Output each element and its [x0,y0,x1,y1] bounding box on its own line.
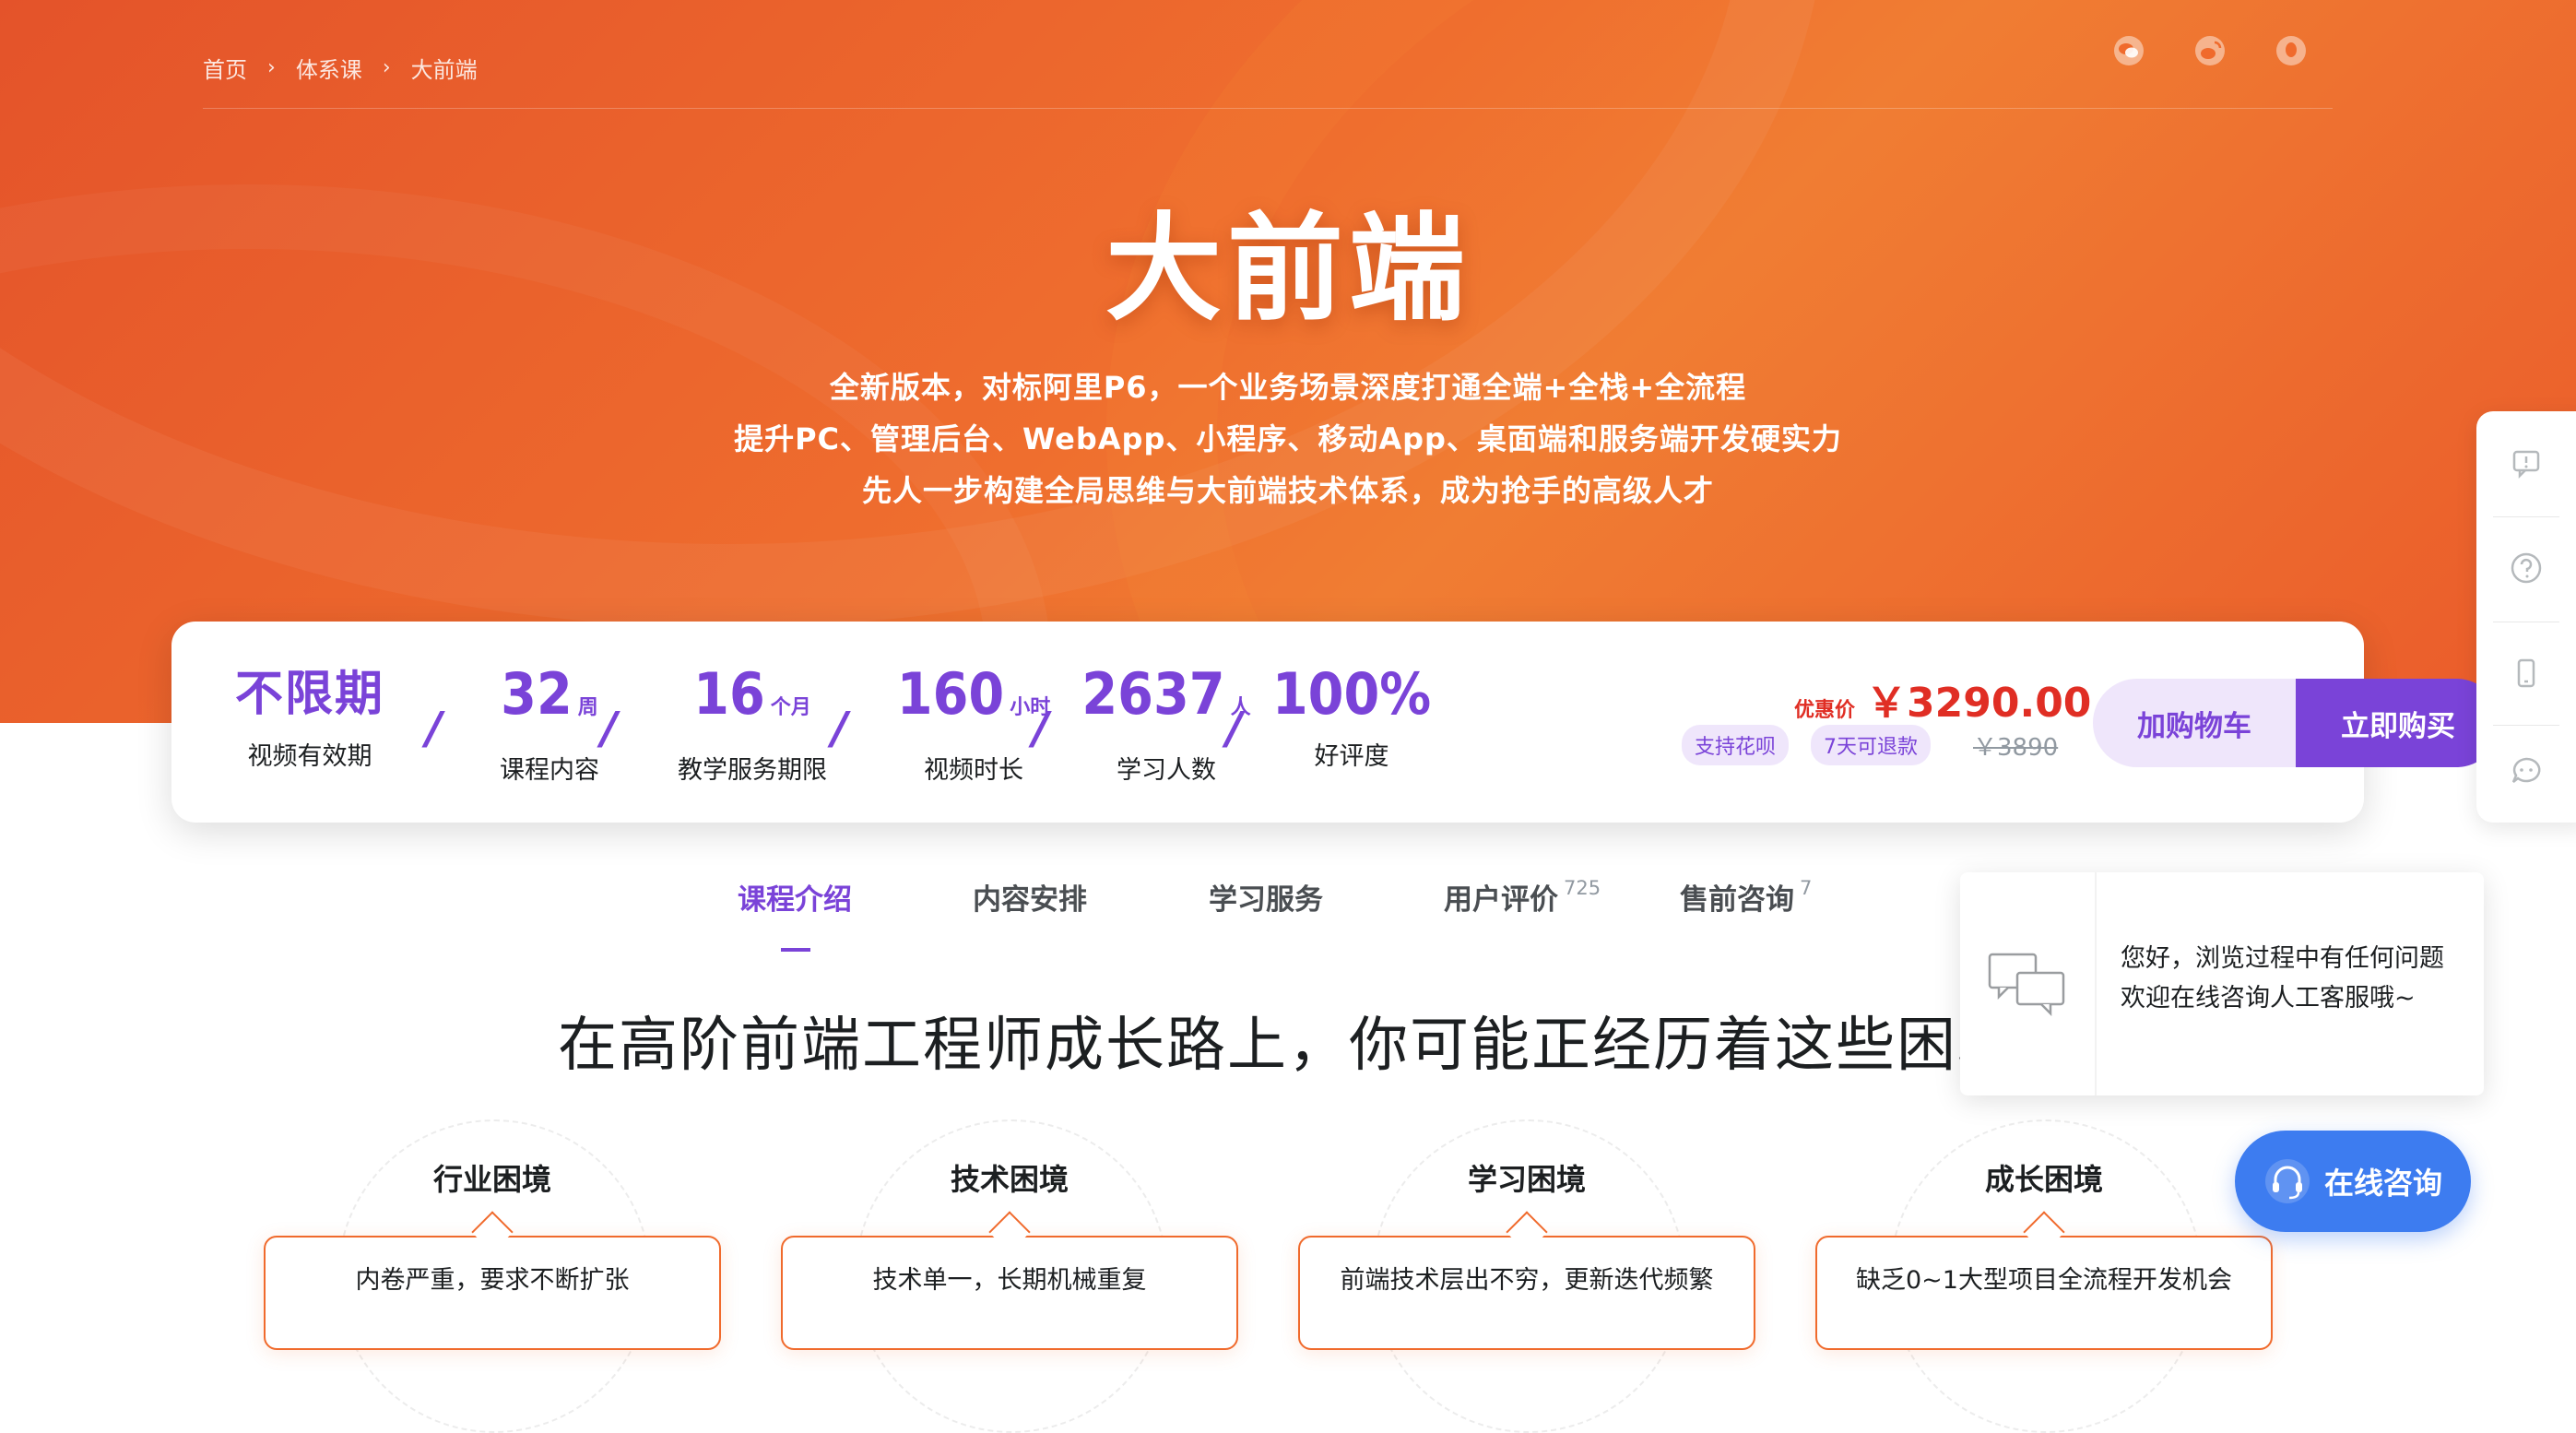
stat-label: 视频时长 [924,756,1023,785]
tab-content-schedule[interactable]: 内容安排 [973,876,1087,918]
active-tab-indicator [781,948,810,952]
stat-label: 课程内容 [500,756,599,785]
tag-huabei: 支持花呗 [1682,725,1790,765]
stat-separator: / [832,703,848,754]
stat-value: 160 [896,660,1005,728]
dilemma-title: 技术困境 [950,1162,1069,1197]
stat-value: 16 [693,660,765,728]
breadcrumb: 首页 › 体系课 › 大前端 [203,52,478,84]
stat-value: 32 [501,660,573,728]
course-title: 大前端 [1105,201,1471,337]
stat-validity: 不限期 视频有效期 [208,658,411,772]
price-value: ￥3290.00 [1866,680,2092,727]
original-price: ￥3890 [1973,733,2059,762]
course-stats-card: 不限期 视频有效期 / 32 周 课程内容 / 16 个月 教学服务期限 / 160… [171,622,2500,823]
chat-icon[interactable] [2476,719,2576,823]
dilemma-text: 缺乏0~1大型项目全流程开发机会 [1856,1266,2232,1295]
qq-icon[interactable] [2274,33,2309,68]
tab-user-reviews[interactable]: 用户评价 725 [1444,876,1601,918]
stat-value: 不限期 [234,667,384,722]
weibo-icon[interactable] [2192,33,2227,68]
price-tags: 支持花呗 7天可退款 ￥3890 [1682,725,2058,765]
dilemma-title: 学习困境 [1467,1162,1586,1197]
tab-label: 课程介绍 [738,883,852,917]
stat-label: 视频有效期 [247,742,372,771]
description-line: 提升PC、管理后台、WebApp、小程序、移动App、桌面端和服务端开发硬实力 [734,421,1842,456]
stat-unit: 个月 [770,696,811,719]
description-line: 全新版本，对标阿里P6，一个业务场景深度打通全端+全栈+全流程 [829,370,1747,405]
tag-refund: 7天可退款 [1811,725,1932,765]
tab-count: 725 [1564,877,1601,899]
dilemma-card: 行业困境 内卷严重，要求不断扩张 [264,1116,721,1433]
breadcrumb-separator: › [267,56,276,79]
breadcrumb-separator: › [382,56,391,79]
online-consult-label: 在线咨询 [2323,1166,2442,1201]
stat-separator: / [601,703,618,754]
chat-message: 您好，浏览过程中有任何问题欢迎在线咨询人工客服哦~ [2121,944,2444,1013]
stat-label: 学习人数 [1117,756,1216,785]
chat-popup[interactable]: 您好，浏览过程中有任何问题欢迎在线咨询人工客服哦~ [1960,872,2484,1095]
dilemma-title: 行业困境 [432,1162,551,1197]
breadcrumb-category[interactable]: 体系课 [296,52,362,84]
wechat-icon[interactable] [2111,33,2146,68]
dilemma-card: 技术困境 技术单一，长期机械重复 [781,1116,1238,1433]
add-to-cart-button[interactable]: 加购物车 [2093,679,2296,767]
stat-separator: / [1226,703,1243,754]
tab-label: 学习服务 [1209,883,1323,917]
tab-count: 7 [1800,877,1813,899]
description-line: 先人一步构建全局思维与大前端技术体系，成为抢手的高级人才 [861,473,1714,508]
tab-label: 售前咨询 [1680,883,1794,917]
dilemma-text: 技术单一，长期机械重复 [872,1266,1147,1295]
headset-icon [2264,1159,2310,1203]
dilemma-card: 学习困境 前端技术层出不穷，更新迭代频繁 [1298,1116,1755,1433]
stat-separator: / [1033,703,1049,754]
floating-sidebar [2476,411,2576,823]
tab-label: 内容安排 [973,883,1087,917]
buy-now-button[interactable]: 立即购买 [2296,679,2500,767]
chat-bubbles-icon [1960,872,2097,1095]
dilemma-text: 内卷严重，要求不断扩张 [355,1266,630,1295]
stat-unit: 周 [577,696,598,719]
stat-label: 好评度 [1314,742,1389,771]
tab-label: 用户评价 [1444,883,1558,917]
price-row: 优惠价 ￥3290.00 [1794,669,2091,728]
breadcrumb-home[interactable]: 首页 [203,52,247,84]
stat-rating: 100% 好评度 [1259,658,1444,772]
course-description: 全新版本，对标阿里P6，一个业务场景深度打通全端+全栈+全流程 提升PC、管理后… [0,361,2576,516]
stat-value: 100% [1271,660,1432,728]
dilemma-title: 成长困境 [1984,1162,2103,1197]
tab-course-intro[interactable]: 课程介绍 [738,876,852,918]
online-consult-button[interactable]: 在线咨询 [2235,1131,2471,1232]
tab-learning-service[interactable]: 学习服务 [1209,876,1323,918]
tab-presale-consult[interactable]: 售前咨询 7 [1680,876,1812,918]
mobile-icon[interactable] [2476,622,2576,725]
help-icon[interactable] [2476,516,2576,620]
stat-value: 2637 [1081,660,1225,728]
dilemma-text: 前端技术层出不穷，更新迭代频繁 [1340,1266,1714,1295]
stat-separator: / [426,703,443,754]
breadcrumb-current: 大前端 [410,57,478,83]
dilemma-card: 成长困境 缺乏0~1大型项目全流程开发机会 [1815,1116,2273,1433]
hero-divider [203,108,2333,109]
stat-label: 教学服务期限 [678,756,827,785]
price-label: 优惠价 [1794,699,1856,722]
feedback-icon[interactable] [2476,411,2576,515]
